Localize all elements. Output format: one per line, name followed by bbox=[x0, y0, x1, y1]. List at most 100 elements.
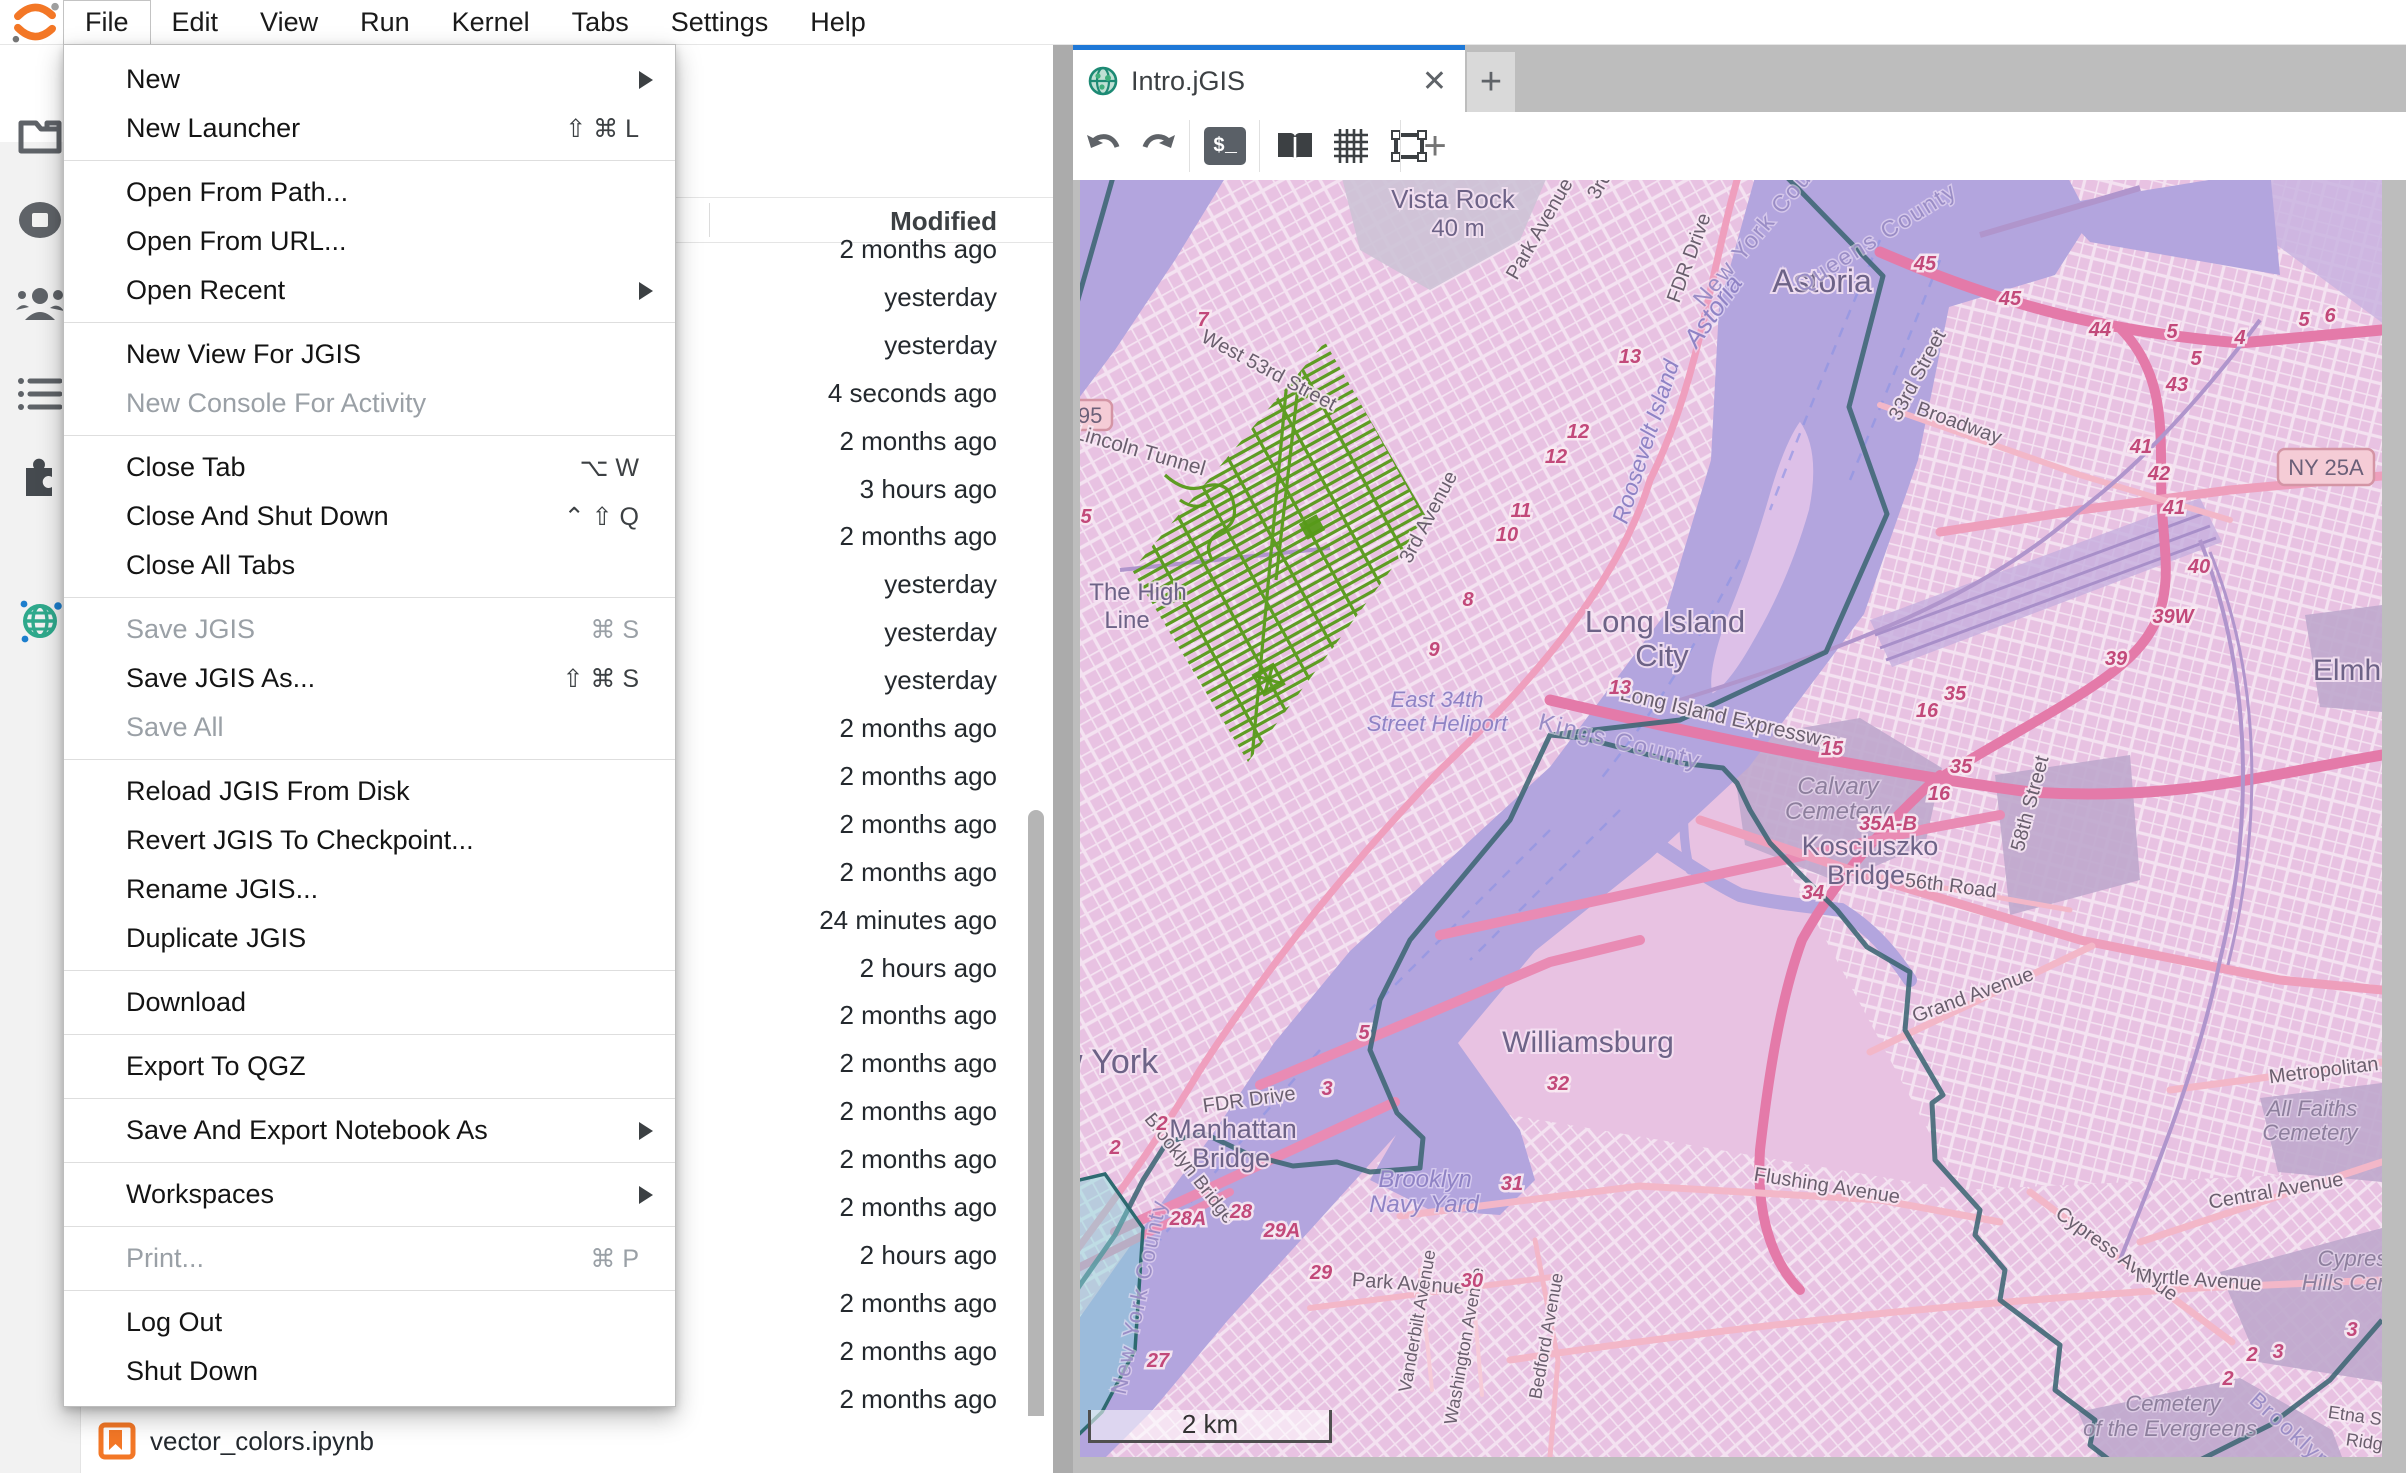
tab-intro-jgis[interactable]: Intro.jGIS ✕ bbox=[1073, 44, 1465, 112]
menu-item-revert-jgis-to-checkpoint[interactable]: Revert JGIS To Checkpoint... bbox=[64, 816, 675, 865]
new-tab-button[interactable]: + bbox=[1467, 52, 1515, 112]
map-label: Navy Yard bbox=[1369, 1191, 1479, 1218]
menu-item-save-and-export-notebook-as[interactable]: Save And Export Notebook As bbox=[64, 1106, 675, 1155]
add-icon: + bbox=[1423, 124, 1446, 169]
route-shield: 6 bbox=[2324, 305, 2336, 327]
menu-separator bbox=[64, 759, 675, 760]
layers-book-button[interactable] bbox=[1267, 112, 1323, 180]
menu-item-print[interactable]: Print...⌘ P bbox=[64, 1234, 675, 1283]
map-label: All Faiths bbox=[2265, 1096, 2357, 1121]
menubar-item-tabs[interactable]: Tabs bbox=[551, 0, 650, 44]
toolbar-separator bbox=[1189, 120, 1190, 172]
jupyterlab-window: FileEditViewRunKernelTabsSettingsHelp bbox=[0, 0, 2406, 1473]
menu-item-label: Download bbox=[126, 987, 653, 1018]
tab-close-icon[interactable]: ✕ bbox=[1422, 64, 1447, 99]
route-shield: 16 bbox=[1928, 783, 1951, 805]
file-list-scrollbar-thumb[interactable] bbox=[1028, 810, 1044, 1465]
submenu-arrow-icon bbox=[639, 282, 653, 300]
menu-item-workspaces[interactable]: Workspaces bbox=[64, 1170, 675, 1219]
route-shield: 43 bbox=[2165, 374, 2188, 396]
menu-item-reload-jgis-from-disk[interactable]: Reload JGIS From Disk bbox=[64, 767, 675, 816]
menu-item-label: Open From URL... bbox=[126, 226, 653, 257]
route-shield: 45 bbox=[1913, 253, 1937, 275]
panel-divider[interactable] bbox=[1053, 44, 1073, 1473]
sidebar-item-filebrowser[interactable] bbox=[9, 108, 71, 164]
route-shield: 41 bbox=[2129, 436, 2152, 458]
menu-item-label: Close Tab bbox=[126, 452, 580, 483]
submenu-arrow-icon bbox=[639, 1186, 653, 1204]
file-name: vector_colors.ipynb bbox=[150, 1426, 374, 1457]
sidebar-item-collaborators[interactable] bbox=[9, 276, 71, 332]
map-label: Line bbox=[1104, 607, 1149, 634]
menu-item-save-all[interactable]: Save All bbox=[64, 703, 675, 752]
file-row-vector-colors[interactable]: vector_colors.ipynb bbox=[81, 1416, 1053, 1466]
menubar: FileEditViewRunKernelTabsSettingsHelp bbox=[0, 0, 2406, 45]
tab-title: Intro.jGIS bbox=[1131, 66, 1422, 97]
menu-separator bbox=[64, 1162, 675, 1163]
menu-item-save-jgis[interactable]: Save JGIS⌘ S bbox=[64, 605, 675, 654]
route-shield: 3 bbox=[2346, 1319, 2357, 1341]
jupyter-logo-icon bbox=[10, 1, 60, 43]
sidebar-item-jgis[interactable] bbox=[9, 592, 71, 648]
menu-item-new-view-for-jgis[interactable]: New View For JGIS bbox=[64, 330, 675, 379]
route-shield: 2 bbox=[2245, 1344, 2257, 1366]
redo-button[interactable] bbox=[1133, 112, 1185, 180]
menubar-item-settings[interactable]: Settings bbox=[650, 0, 790, 44]
map-label: Bridge bbox=[1827, 860, 1905, 890]
route-shield: 27 bbox=[1146, 1350, 1170, 1372]
route-shield: 13 bbox=[1609, 677, 1631, 699]
menu-item-save-jgis-as[interactable]: Save JGIS As...⇧ ⌘ S bbox=[64, 654, 675, 703]
tab-bar: Intro.jGIS ✕ + bbox=[1073, 44, 2406, 112]
menubar-item-view[interactable]: View bbox=[239, 0, 339, 44]
sidebar-item-toc[interactable] bbox=[9, 366, 71, 422]
menu-item-new-console-for-activity[interactable]: New Console For Activity bbox=[64, 379, 675, 428]
menu-item-rename-jgis[interactable]: Rename JGIS... bbox=[64, 865, 675, 914]
route-shield: 15 bbox=[1821, 738, 1844, 760]
route-shield: 8 bbox=[1462, 589, 1474, 611]
map-label: of the Evergreens bbox=[2083, 1416, 2257, 1441]
map-canvas[interactable]: 495NY 25A Vista Rock40 mAstoriaLong Isla… bbox=[1080, 180, 2382, 1457]
route-shield: 4 bbox=[2233, 327, 2245, 349]
menu-item-shortcut: ⇧ ⌘ S bbox=[562, 664, 639, 694]
menu-item-new-launcher[interactable]: New Launcher⇧ ⌘ L bbox=[64, 104, 675, 153]
menu-item-log-out[interactable]: Log Out bbox=[64, 1298, 675, 1347]
menu-item-label: Close All Tabs bbox=[126, 550, 653, 581]
sidebar-item-running[interactable] bbox=[9, 192, 71, 248]
menu-item-close-tab[interactable]: Close Tab⌥ W bbox=[64, 443, 675, 492]
menu-item-new[interactable]: New bbox=[64, 55, 675, 104]
console-button[interactable]: $_ bbox=[1197, 112, 1253, 180]
menu-item-open-from-url[interactable]: Open From URL... bbox=[64, 217, 675, 266]
route-shield: 3 bbox=[1321, 1078, 1332, 1100]
menubar-item-file[interactable]: File bbox=[63, 0, 151, 44]
route-shield: 5 bbox=[2190, 348, 2202, 370]
menu-item-label: Reload JGIS From Disk bbox=[126, 776, 653, 807]
menu-item-close-all-tabs[interactable]: Close All Tabs bbox=[64, 541, 675, 590]
add-layer-button[interactable]: + bbox=[1409, 112, 1461, 180]
grid-layer-button[interactable] bbox=[1325, 112, 1377, 180]
map-label: Cypress bbox=[2318, 1246, 2382, 1271]
menu-item-open-from-path[interactable]: Open From Path... bbox=[64, 168, 675, 217]
undo-icon bbox=[1085, 131, 1121, 161]
route-shield: 40 bbox=[2187, 556, 2210, 578]
map-label: Long Island bbox=[1585, 604, 1745, 639]
menu-item-open-recent[interactable]: Open Recent bbox=[64, 266, 675, 315]
menu-item-export-to-qgz[interactable]: Export To QGZ bbox=[64, 1042, 675, 1091]
menu-item-download[interactable]: Download bbox=[64, 978, 675, 1027]
menubar-item-help[interactable]: Help bbox=[789, 0, 887, 44]
menu-item-close-and-shut-down[interactable]: Close And Shut Down⌃ ⇧ Q bbox=[64, 492, 675, 541]
submenu-arrow-icon bbox=[639, 71, 653, 89]
menu-item-shut-down[interactable]: Shut Down bbox=[64, 1347, 675, 1396]
menubar-item-kernel[interactable]: Kernel bbox=[431, 0, 551, 44]
menu-item-duplicate-jgis[interactable]: Duplicate JGIS bbox=[64, 914, 675, 963]
menubar-item-run[interactable]: Run bbox=[339, 0, 431, 44]
route-shield: 35 bbox=[1944, 683, 1967, 705]
osm-map: 495NY 25A Vista Rock40 mAstoriaLong Isla… bbox=[1080, 180, 2382, 1457]
route-shield: 7 bbox=[1197, 309, 1209, 331]
map-label: The High bbox=[1089, 579, 1186, 606]
jgis-globe-icon bbox=[16, 596, 64, 644]
extensions-icon bbox=[18, 454, 62, 498]
menu-separator bbox=[64, 1290, 675, 1291]
undo-button[interactable] bbox=[1077, 112, 1129, 180]
sidebar-item-extensions[interactable] bbox=[9, 448, 71, 504]
menubar-item-edit[interactable]: Edit bbox=[151, 0, 240, 44]
